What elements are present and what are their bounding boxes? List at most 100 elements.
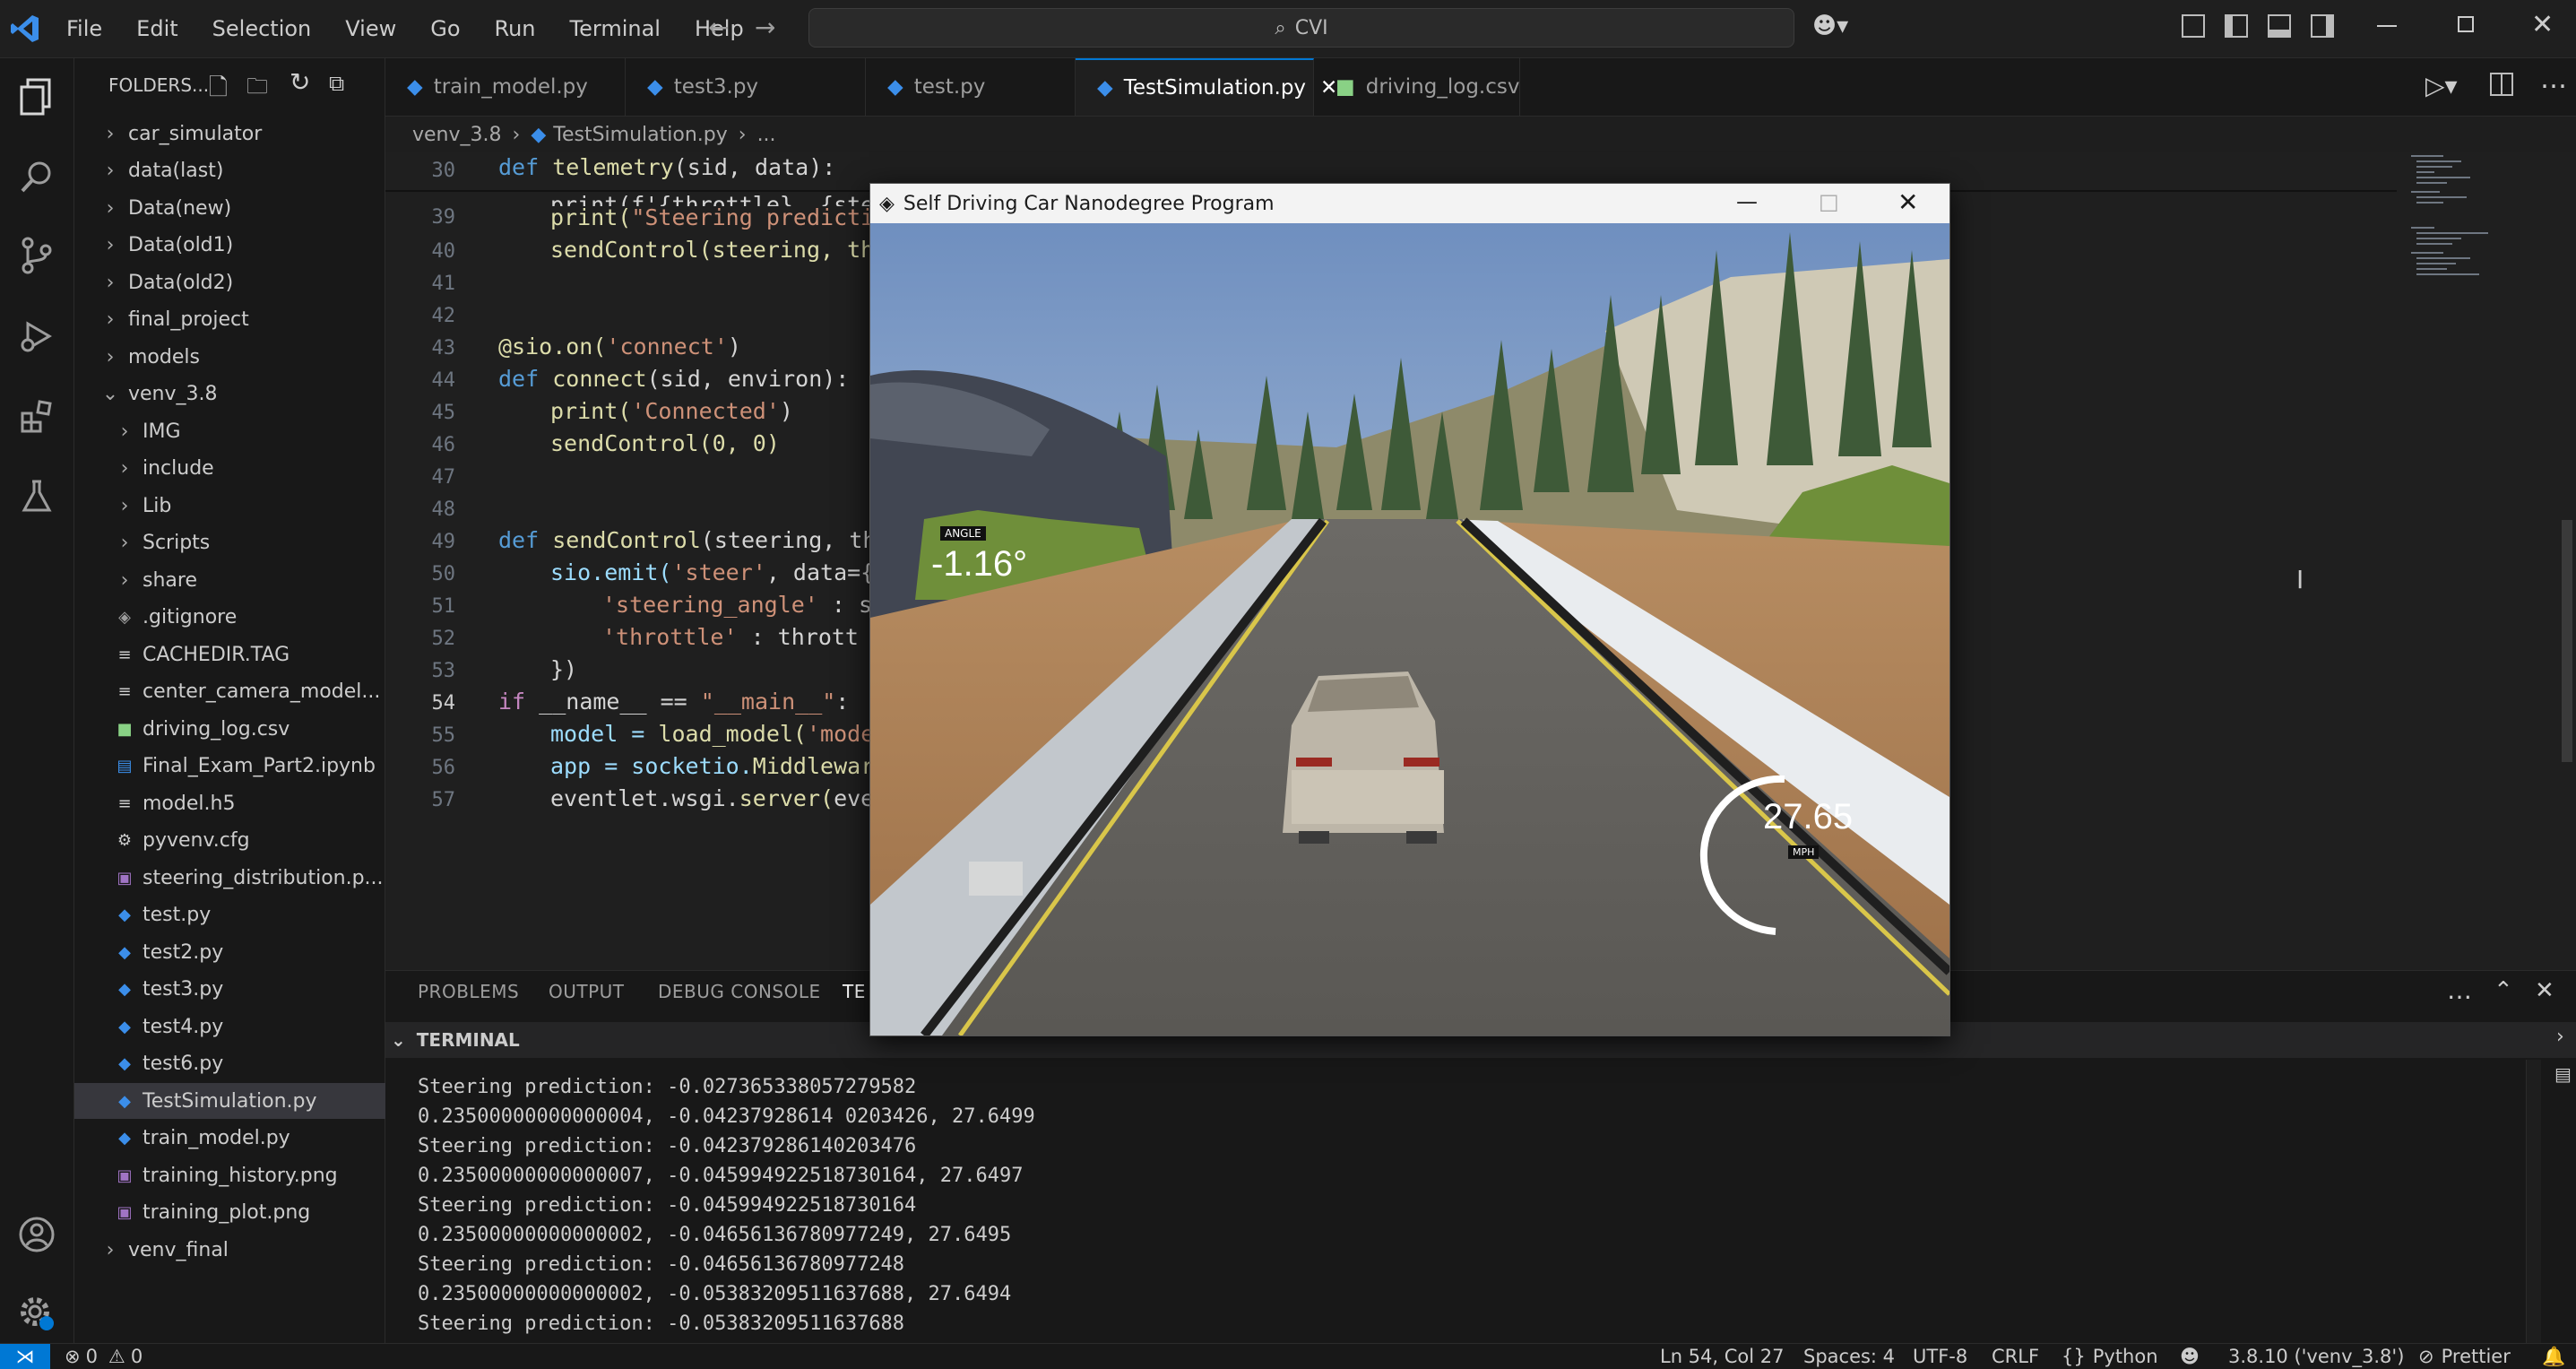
file-item[interactable]: ◈ .gitignore xyxy=(74,600,426,636)
file-item[interactable]: ◆ test.py xyxy=(74,897,426,933)
menu-go[interactable]: Go xyxy=(430,16,460,41)
chevron-right-icon[interactable]: › xyxy=(2556,1026,2564,1048)
collapse-all-icon[interactable]: ⧉ xyxy=(329,71,344,96)
folder-item[interactable]: › Data(new) xyxy=(74,190,411,226)
menu-file[interactable]: File xyxy=(66,16,102,41)
new-folder-icon[interactable]: 🗀 xyxy=(246,71,268,108)
indentation[interactable]: Spaces: 4 xyxy=(1803,1344,1895,1369)
prettier-status[interactable]: ⊘ Prettier xyxy=(2418,1344,2511,1369)
back-arrow-icon[interactable]: ← xyxy=(708,13,729,42)
python-interpreter[interactable]: 3.8.10 ('venv_3.8') xyxy=(2228,1344,2404,1369)
folder-item[interactable]: › models xyxy=(74,339,411,375)
run-debug-icon[interactable] xyxy=(15,315,58,358)
manage-gear-icon[interactable] xyxy=(15,1292,58,1335)
breadcrumb-file[interactable]: TestSimulation.py xyxy=(553,124,728,146)
simulator-close-icon[interactable]: ✕ xyxy=(1897,187,1918,217)
menu-view[interactable]: View xyxy=(345,16,396,41)
simulator-window[interactable]: ◈ Self Driving Car Nanodegree Program — … xyxy=(869,183,1950,1036)
menu-edit[interactable]: Edit xyxy=(136,16,177,41)
toggle-secondary-sidebar-icon[interactable] xyxy=(2311,14,2334,38)
file-item[interactable]: ▤ Final_Exam_Part2.ipynb xyxy=(74,749,426,784)
run-python-file-icon[interactable]: ▷▾ xyxy=(2425,71,2458,100)
end-of-line[interactable]: CRLF xyxy=(1992,1344,2039,1369)
folder-item[interactable]: › Data(old1) xyxy=(74,228,411,264)
encoding[interactable]: UTF-8 xyxy=(1913,1344,1967,1369)
menu-terminal[interactable]: Terminal xyxy=(570,16,661,41)
simulator-minimize-icon[interactable]: — xyxy=(1736,189,1758,214)
folder-item[interactable]: › include xyxy=(74,451,426,487)
file-item[interactable]: ◆ test3.py xyxy=(74,972,426,1008)
folder-item[interactable]: ⌄ venv_3.8 xyxy=(74,377,411,412)
panel-tab-debug-console[interactable]: DEBUG CONSOLE xyxy=(658,970,821,1013)
folder-item[interactable]: › venv_final xyxy=(74,1232,411,1268)
editor-tab[interactable]: ◆ test.py xyxy=(866,58,1076,116)
toggle-layout-icon[interactable] xyxy=(2182,14,2205,38)
testing-flask-icon[interactable] xyxy=(15,474,58,517)
menu-run[interactable]: Run xyxy=(495,16,536,41)
folder-item[interactable]: › Data(old2) xyxy=(74,264,411,300)
extensions-icon[interactable] xyxy=(15,395,58,438)
explorer-icon[interactable] xyxy=(15,76,58,119)
editor-tab[interactable]: ◆ test3.py xyxy=(626,58,866,116)
terminal-split-icon[interactable]: ▤ xyxy=(2554,1063,2572,1085)
folder-item[interactable]: › car_simulator xyxy=(74,116,411,152)
folder-item[interactable]: › Lib xyxy=(74,488,426,524)
editor-tab[interactable]: ◆ train_model.py xyxy=(385,58,626,116)
simulator-maximize-icon[interactable]: □ xyxy=(1819,189,1839,214)
editor-tab[interactable]: ■ driving_log.csv xyxy=(1314,58,1520,116)
toggle-panel-icon[interactable] xyxy=(2268,14,2291,38)
folder-item[interactable]: › Scripts xyxy=(74,525,426,561)
file-item[interactable]: ▣ steering_distribution.p... xyxy=(74,860,426,896)
toggle-sidebar-icon[interactable] xyxy=(2225,14,2248,38)
panel-tab-problems[interactable]: PROBLEMS xyxy=(418,970,519,1013)
remote-indicator[interactable]: ⋊ xyxy=(0,1344,50,1369)
close-panel-icon[interactable]: ✕ xyxy=(2535,977,2554,1004)
breadcrumb-folder[interactable]: venv_3.8 xyxy=(412,124,502,146)
file-item[interactable]: ◆ TestSimulation.py xyxy=(74,1083,426,1119)
language-mode[interactable]: {} Python xyxy=(2062,1344,2158,1369)
editor-tab[interactable]: ◆ TestSimulation.py ✕ xyxy=(1076,58,1337,116)
breadcrumb-symbol[interactable]: ... xyxy=(757,124,776,146)
file-item[interactable]: ◆ train_model.py xyxy=(74,1121,426,1157)
file-item[interactable]: ◆ test6.py xyxy=(74,1046,426,1082)
new-file-icon[interactable]: 🗋 xyxy=(209,71,228,110)
file-item[interactable]: ◆ test2.py xyxy=(74,934,426,970)
file-item[interactable]: ≡ CACHEDIR.TAG xyxy=(74,637,426,672)
source-control-icon[interactable] xyxy=(15,234,58,277)
file-item[interactable]: ≡ model.h5 xyxy=(74,785,426,821)
command-center-search[interactable]: ⌕ CVI xyxy=(808,8,1794,48)
cursor-position[interactable]: Ln 54, Col 27 xyxy=(1660,1344,1785,1369)
close-window-icon[interactable]: ✕ xyxy=(2531,9,2554,40)
file-item[interactable]: ▣ training_plot.png xyxy=(74,1195,426,1231)
panel-tab-terminal[interactable]: TE xyxy=(843,970,866,1013)
account-icon[interactable] xyxy=(15,1213,58,1256)
split-editor-icon[interactable] xyxy=(2490,73,2513,96)
menu-selection[interactable]: Selection xyxy=(212,16,312,41)
copilot-status-icon[interactable]: ☻ xyxy=(2180,1344,2200,1369)
folder-item[interactable]: › data(last) xyxy=(74,153,411,189)
refresh-icon[interactable]: ↻ xyxy=(290,67,310,97)
copilot-icon[interactable]: ☻▾ xyxy=(1812,13,1848,39)
editor-scrollbar[interactable] xyxy=(2562,520,2572,762)
file-item[interactable]: ≡ center_camera_model... xyxy=(74,674,426,710)
folder-item[interactable]: › share xyxy=(74,562,426,598)
file-item[interactable]: ■ driving_log.csv xyxy=(74,711,426,747)
search-icon[interactable] xyxy=(15,155,58,198)
minimap[interactable] xyxy=(2407,152,2494,314)
simulator-title-bar[interactable]: ◈ Self Driving Car Nanodegree Program — … xyxy=(870,184,1949,223)
file-item[interactable]: ⚙ pyvenv.cfg xyxy=(74,823,426,859)
problems-indicator[interactable]: ⊗ 0 ⚠ 0 xyxy=(65,1344,143,1369)
more-actions-icon[interactable]: … xyxy=(2540,64,2567,95)
terminal-scrollbar[interactable] xyxy=(2526,1060,2541,1343)
forward-arrow-icon[interactable]: → xyxy=(755,13,775,42)
panel-tab-output[interactable]: OUTPUT xyxy=(549,970,625,1013)
folder-item[interactable]: › final_project xyxy=(74,302,411,338)
file-item[interactable]: ◆ test4.py xyxy=(74,1009,426,1044)
maximize-panel-icon[interactable]: ⌃ xyxy=(2494,977,2513,1004)
panel-more-icon[interactable]: … xyxy=(2447,975,2472,1005)
notifications-bell-icon[interactable]: 🔔 xyxy=(2542,1344,2565,1369)
file-item[interactable]: ▣ training_history.png xyxy=(74,1157,426,1193)
minimize-window-icon[interactable] xyxy=(2377,25,2397,27)
folder-item[interactable]: › IMG xyxy=(74,413,426,449)
restore-window-icon[interactable] xyxy=(2458,16,2474,32)
